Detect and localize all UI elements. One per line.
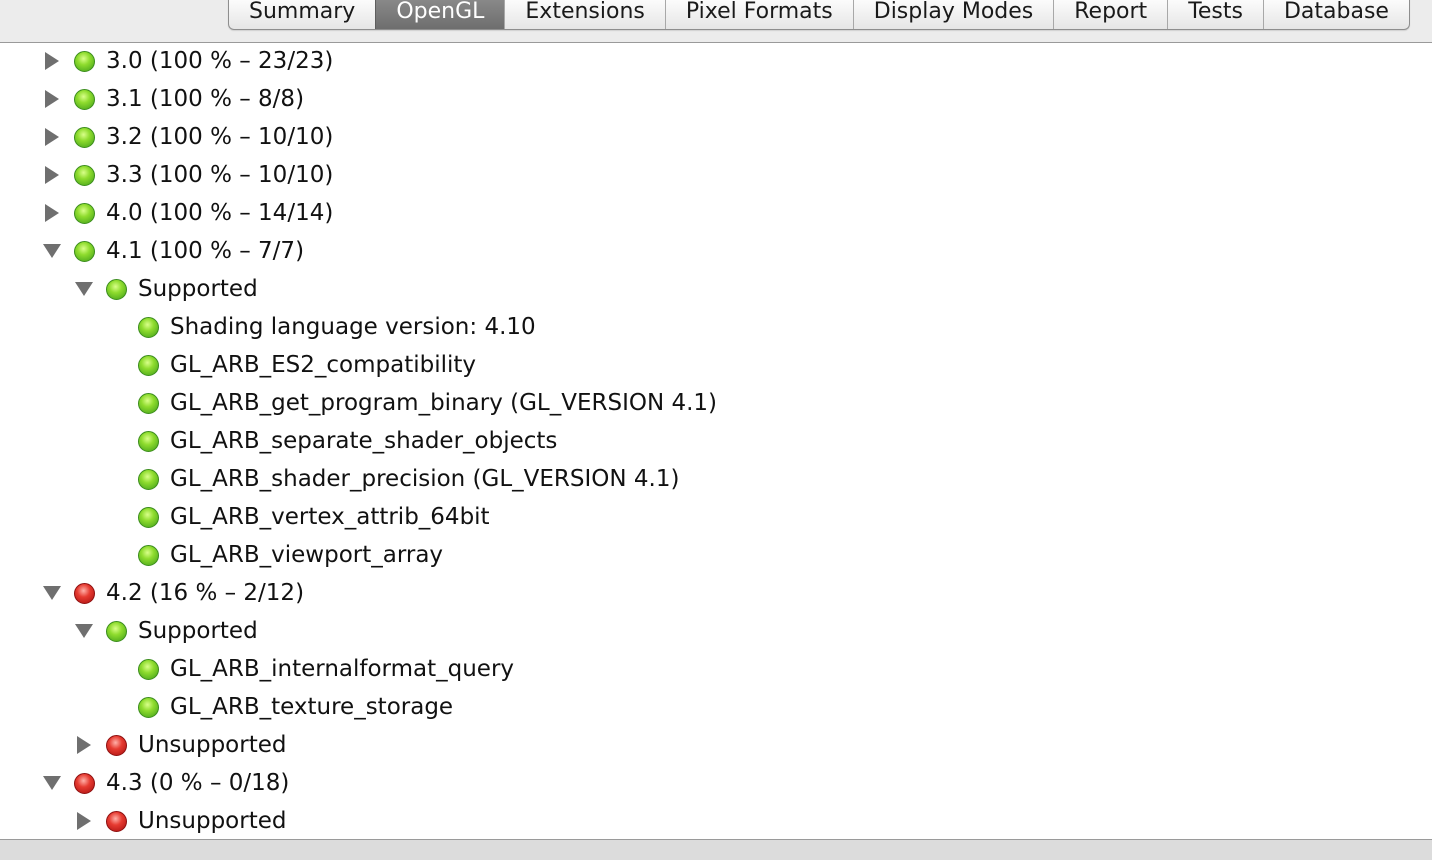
tree-row[interactable]: GL_ARB_separate_shader_objects: [106, 422, 557, 460]
tab-summary[interactable]: Summary: [229, 0, 375, 29]
tab-bar: Summary OpenGL Extensions Pixel Formats Disp…: [0, 0, 1432, 43]
tree-row-label: 4.2 (16 % – 2/12): [106, 580, 305, 606]
app-window: Summary OpenGL Extensions Pixel Formats Disp…: [0, 0, 1432, 860]
disclosure-collapsed-icon[interactable]: [42, 51, 62, 71]
tree-row[interactable]: Supported: [74, 612, 258, 650]
status-green-icon: [138, 468, 159, 490]
tab-tests[interactable]: Tests: [1167, 0, 1263, 29]
opengl-version-tree[interactable]: 3.0 (100 % – 23/23) 3.1 (100 % – 8/8) 3.2 …: [0, 42, 1432, 838]
disclosure-collapsed-icon[interactable]: [42, 127, 62, 147]
tree-row[interactable]: Unsupported: [74, 726, 286, 764]
tree-row-label: GL_ARB_texture_storage: [170, 694, 454, 720]
tree-row-label: GL_ARB_get_program_binary (GL_VERSION 4.…: [170, 390, 718, 416]
disclosure-expanded-icon[interactable]: [42, 583, 62, 603]
tree-row[interactable]: 3.2 (100 % – 10/10): [42, 118, 333, 156]
tree-row-label: 3.0 (100 % – 23/23): [106, 48, 334, 74]
status-green-icon: [138, 544, 159, 566]
status-green-icon: [74, 126, 95, 148]
tree-row[interactable]: GL_ARB_internalformat_query: [106, 650, 514, 688]
tree-row[interactable]: Unsupported: [74, 802, 286, 838]
status-red-icon: [74, 582, 95, 604]
status-green-icon: [74, 240, 95, 262]
status-green-icon: [138, 506, 159, 528]
tree-row[interactable]: Supported: [74, 270, 258, 308]
tab-opengl[interactable]: OpenGL: [375, 0, 505, 29]
tab-report[interactable]: Report: [1053, 0, 1167, 29]
tree-row[interactable]: GL_ARB_texture_storage: [106, 688, 453, 726]
tree-row-label: Unsupported: [138, 732, 287, 758]
tree-row-label: GL_ARB_internalformat_query: [170, 656, 515, 682]
tree-row[interactable]: GL_ARB_ES2_compatibility: [106, 346, 476, 384]
status-green-icon: [138, 430, 159, 452]
tree-row-label: 4.3 (0 % – 0/18): [106, 770, 290, 796]
tree-row[interactable]: 4.2 (16 % – 2/12): [42, 574, 304, 612]
tab-display-modes[interactable]: Display Modes: [852, 0, 1054, 29]
status-green-icon: [74, 202, 95, 224]
tree-row-label: GL_ARB_shader_precision (GL_VERSION 4.1): [170, 466, 680, 492]
tree-row[interactable]: 3.0 (100 % – 23/23): [42, 42, 333, 80]
tree-row-label: 3.1 (100 % – 8/8): [106, 86, 305, 112]
disclosure-collapsed-icon[interactable]: [42, 89, 62, 109]
tree-row-label: Unsupported: [138, 808, 287, 834]
bottom-status-bar: [0, 839, 1432, 860]
status-green-icon: [74, 88, 95, 110]
tree-row-label: Shading language version: 4.10: [170, 314, 536, 340]
tree-row[interactable]: 4.0 (100 % – 14/14): [42, 194, 333, 232]
disclosure-expanded-icon[interactable]: [42, 241, 62, 261]
status-green-icon: [138, 658, 159, 680]
tree-row-label: GL_ARB_ES2_compatibility: [170, 352, 477, 378]
tree-row-label: GL_ARB_separate_shader_objects: [170, 428, 558, 454]
disclosure-collapsed-icon[interactable]: [74, 735, 94, 755]
status-green-icon: [138, 316, 159, 338]
tree-row-label: 3.2 (100 % – 10/10): [106, 124, 334, 150]
status-red-icon: [106, 734, 127, 756]
tree-row[interactable]: 3.3 (100 % – 10/10): [42, 156, 333, 194]
tree-row-label: 4.1 (100 % – 7/7): [106, 238, 305, 264]
tree-row[interactable]: 4.1 (100 % – 7/7): [42, 232, 304, 270]
tab-strip: Summary OpenGL Extensions Pixel Formats Disp…: [228, 0, 1410, 30]
status-green-icon: [74, 50, 95, 72]
tab-extensions[interactable]: Extensions: [504, 0, 664, 29]
tree-row[interactable]: 4.3 (0 % – 0/18): [42, 764, 289, 802]
tree-row[interactable]: GL_ARB_viewport_array: [106, 536, 443, 574]
status-green-icon: [138, 696, 159, 718]
tree-row-label: GL_ARB_vertex_attrib_64bit: [170, 504, 490, 530]
tree-row-label: Supported: [138, 276, 258, 302]
status-green-icon: [138, 392, 159, 414]
disclosure-expanded-icon[interactable]: [74, 621, 94, 641]
disclosure-expanded-icon[interactable]: [74, 279, 94, 299]
disclosure-collapsed-icon[interactable]: [42, 165, 62, 185]
tree-row-label: 4.0 (100 % – 14/14): [106, 200, 334, 226]
tree-row[interactable]: 3.1 (100 % – 8/8): [42, 80, 304, 118]
disclosure-collapsed-icon[interactable]: [42, 203, 62, 223]
tree-row[interactable]: GL_ARB_shader_precision (GL_VERSION 4.1): [106, 460, 679, 498]
status-green-icon: [74, 164, 95, 186]
disclosure-expanded-icon[interactable]: [42, 773, 62, 793]
status-red-icon: [74, 772, 95, 794]
tree-row[interactable]: GL_ARB_get_program_binary (GL_VERSION 4.…: [106, 384, 717, 422]
tree-row[interactable]: GL_ARB_vertex_attrib_64bit: [106, 498, 490, 536]
tree-row-label: GL_ARB_viewport_array: [170, 542, 444, 568]
status-green-icon: [106, 278, 127, 300]
status-green-icon: [106, 620, 127, 642]
tree-row-label: Supported: [138, 618, 258, 644]
status-green-icon: [138, 354, 159, 376]
tree-row[interactable]: Shading language version: 4.10: [106, 308, 536, 346]
status-red-icon: [106, 810, 127, 832]
tab-pixel-formats[interactable]: Pixel Formats: [664, 0, 853, 29]
disclosure-collapsed-icon[interactable]: [74, 811, 94, 831]
tree-row-label: 3.3 (100 % – 10/10): [106, 162, 334, 188]
tab-database[interactable]: Database: [1262, 0, 1409, 29]
